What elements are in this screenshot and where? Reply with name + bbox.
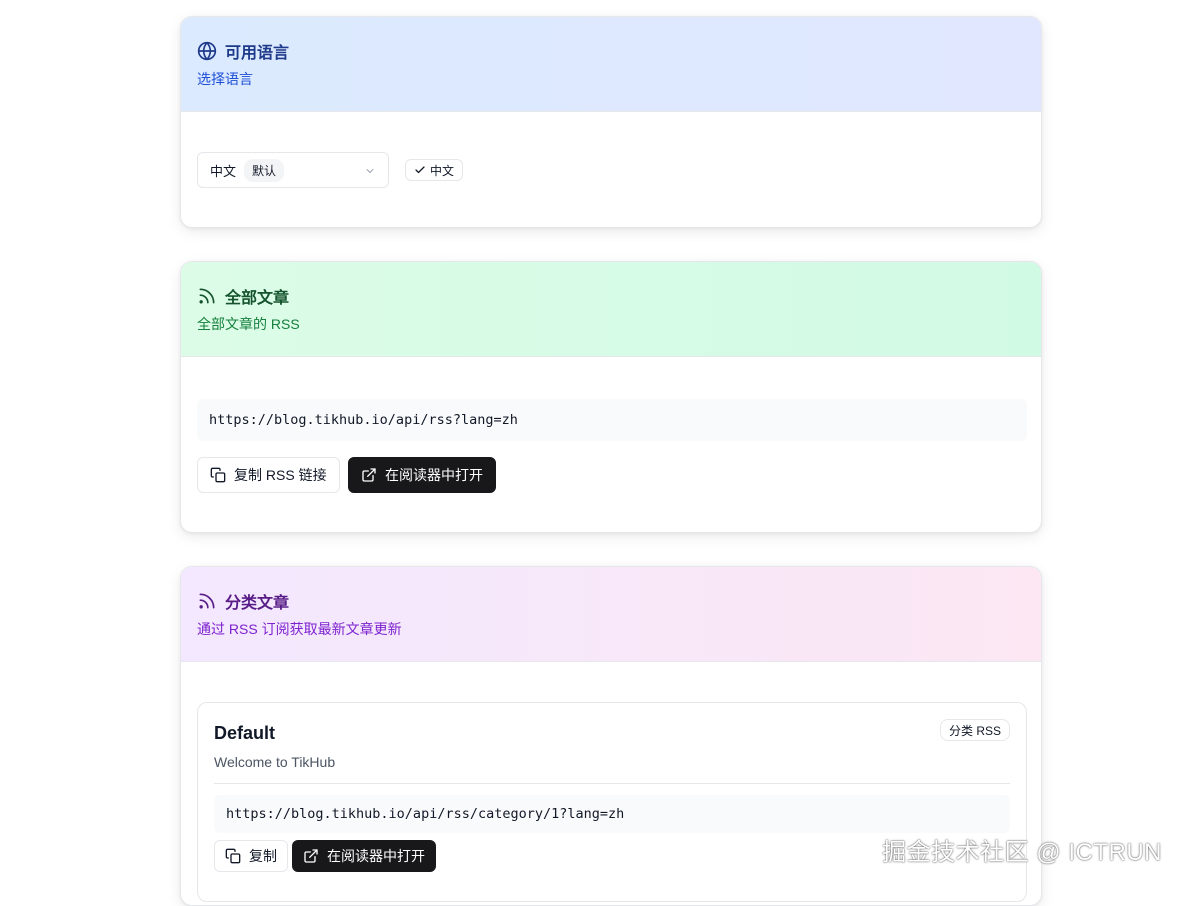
language-card: 可用语言 选择语言 中文 默认 中文 [180,16,1042,228]
category-rss-url-field[interactable]: https://blog.tikhub.io/api/rss/category/… [214,795,1010,833]
external-link-icon [362,468,376,482]
open-in-reader-label: 在阅读器中打开 [385,467,483,483]
rss-url-field[interactable]: https://blog.tikhub.io/api/rss?lang=zh [197,399,1027,441]
globe-icon [197,41,217,61]
category-rss-badge: 分类 RSS [939,719,1010,741]
language-pill-label: 中文 [430,163,455,178]
language-card-subtitle: 选择语言 [197,71,253,87]
category-articles-subtitle: 通过 RSS 订阅获取最新文章更新 [197,621,402,637]
category-item-default: Default Welcome to TikHub 分类 RSS https:/… [197,702,1027,902]
language-card-title: 可用语言 [225,45,290,62]
copy-icon [210,467,226,483]
default-badge: 默认 [244,158,285,182]
copy-rss-label: 复制 RSS 链接 [234,467,327,483]
open-category-in-reader-label: 在阅读器中打开 [327,848,425,864]
copy-category-label: 复制 [249,848,277,864]
category-description: Welcome to TikHub [214,754,336,770]
chevron-down-icon [364,165,376,180]
language-select-value: 中文 [210,163,237,179]
copy-category-rss-button[interactable]: 复制 [214,840,288,872]
all-articles-card: 全部文章 全部文章的 RSS https://blog.tikhub.io/ap… [180,261,1042,533]
category-articles-title: 分类文章 [225,595,290,612]
language-pill-zh[interactable]: 中文 [405,159,464,181]
copy-rss-button[interactable]: 复制 RSS 链接 [197,457,340,493]
check-icon [415,166,425,174]
language-select[interactable]: 中文 默认 [197,152,389,188]
all-articles-title: 全部文章 [225,290,290,307]
rss-icon [197,286,217,306]
all-articles-subtitle: 全部文章的 RSS [197,316,300,332]
rss-icon [197,591,217,611]
divider [214,783,1010,784]
category-articles-header: 分类文章 通过 RSS 订阅获取最新文章更新 [181,567,1041,662]
copy-icon [225,848,241,864]
all-articles-header: 全部文章 全部文章的 RSS [181,262,1041,357]
open-in-reader-button[interactable]: 在阅读器中打开 [348,457,496,493]
language-card-header: 可用语言 选择语言 [181,17,1041,112]
open-category-in-reader-button[interactable]: 在阅读器中打开 [292,840,436,872]
external-link-icon [304,849,318,863]
category-name: Default [214,723,276,743]
watermark: 掘金技术社区 @ ICTRUN [882,839,1162,866]
